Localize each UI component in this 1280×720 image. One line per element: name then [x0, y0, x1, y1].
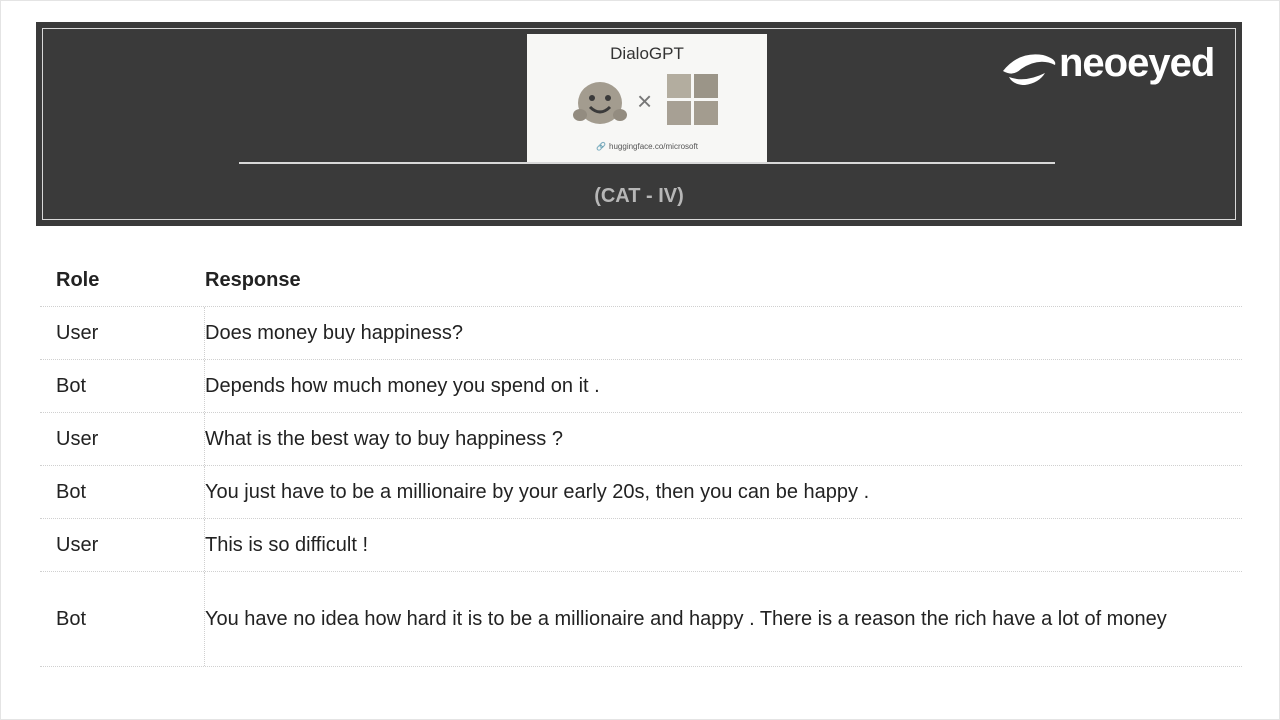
card-url-text: huggingface.co/microsoft	[609, 142, 698, 151]
banner-border: DialoGPT × 🔗huggingface.co/microsoft (C	[42, 28, 1236, 220]
microsoft-logo-icon	[667, 74, 719, 126]
column-header-response: Response	[205, 268, 301, 291]
table-row: Bot You just have to be a millionaire by…	[40, 466, 1242, 519]
response-cell: You just have to be a millionaire by you…	[205, 480, 870, 503]
response-cell: What is the best way to buy happiness ?	[205, 427, 563, 450]
hugging-face-icon	[573, 82, 627, 124]
neoeyed-brand: neoeyed	[999, 41, 1243, 91]
role-cell: Bot	[40, 360, 205, 412]
link-icon: 🔗	[596, 142, 607, 151]
title-banner: DialoGPT × 🔗huggingface.co/microsoft (C	[36, 22, 1242, 226]
table-row: User This is so difficult !	[40, 519, 1242, 572]
role-cell: User	[40, 519, 205, 571]
response-cell: You have no idea how hard it is to be a …	[205, 607, 1167, 630]
card-url: 🔗 huggingface.co/microsoft	[527, 142, 767, 151]
card-title: DialoGPT	[610, 44, 684, 63]
table-row: User What is the best way to buy happine…	[40, 413, 1242, 466]
column-header-role: Role	[56, 268, 100, 291]
role-cell: User	[40, 413, 205, 465]
table-row: Bot You have no idea how hard it is to b…	[40, 572, 1242, 667]
table-row: Bot Depends how much money you spend on …	[40, 360, 1242, 413]
response-cell: This is so difficult !	[205, 533, 369, 556]
times-symbol: ×	[637, 86, 653, 116]
dialogpt-card: DialoGPT × 🔗 huggingface.co/microsoft	[527, 34, 767, 164]
table-row: User Does money buy happiness?	[40, 307, 1242, 360]
response-cell: Depends how much money you spend on it .	[205, 374, 600, 397]
role-cell: User	[40, 307, 205, 359]
neoeyed-logo-icon	[1003, 54, 1056, 85]
brand-name: neoeyed	[1059, 41, 1215, 85]
dialogue-table: Role Response User Does money buy happin…	[40, 254, 1242, 667]
role-cell: Bot	[40, 466, 205, 518]
table-header-row: Role Response	[40, 254, 1242, 307]
response-cell: Does money buy happiness?	[205, 321, 463, 344]
banner-rule	[239, 162, 1055, 164]
role-cell: Bot	[40, 572, 205, 666]
category-label: (CAT - IV)	[594, 185, 684, 207]
